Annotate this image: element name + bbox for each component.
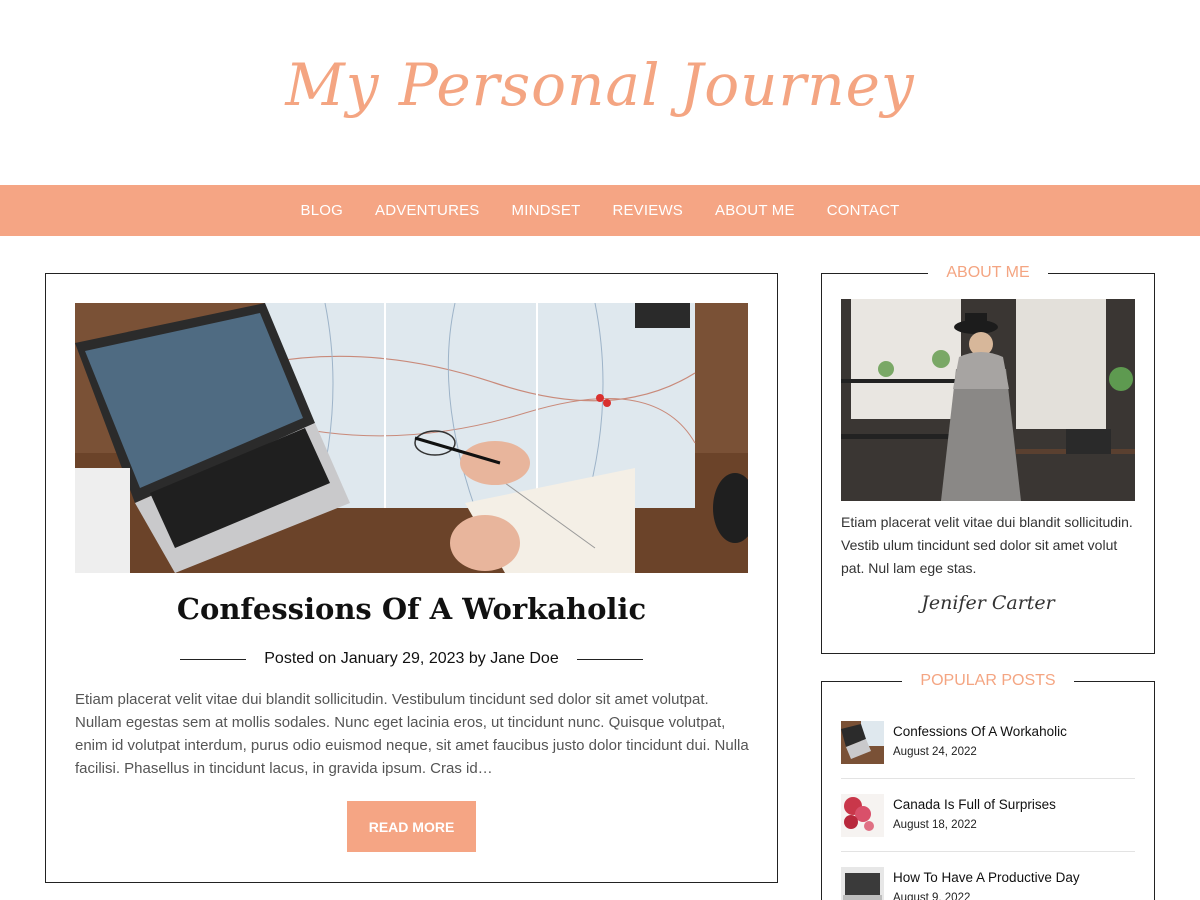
popular-post-date: August 24, 2022 [893, 746, 977, 758]
popular-posts-widget: POPULAR POSTS Confessions Of A Workaholi… [821, 672, 1155, 900]
main-nav: BLOG ADVENTURES MINDSET REVIEWS ABOUT ME… [0, 185, 1200, 236]
about-me-heading: ABOUT ME [822, 264, 1154, 282]
nav-contact[interactable]: CONTACT [827, 202, 900, 219]
popular-post-thumbnail[interactable] [841, 867, 884, 900]
post-card: Confessions Of A Workaholic Posted on Ja… [45, 273, 778, 883]
about-me-photo [841, 299, 1135, 501]
popular-post-title[interactable]: Canada Is Full of Surprises [893, 797, 1056, 812]
about-me-widget: ABOUT ME Etiam placerat velit vitae dui … [821, 264, 1155, 654]
popular-post-date: August 18, 2022 [893, 819, 977, 831]
popular-post-title[interactable]: How To Have A Productive Day [893, 870, 1080, 885]
popular-post-item[interactable]: Confessions Of A Workaholic August 24, 2… [841, 721, 1135, 781]
popular-post-title[interactable]: Confessions Of A Workaholic [893, 724, 1067, 739]
popular-post-date: August 9, 2022 [893, 892, 971, 900]
popular-posts-heading: POPULAR POSTS [822, 672, 1154, 690]
content-area: Confessions Of A Workaholic Posted on Ja… [0, 236, 1200, 900]
popular-post-thumbnail[interactable] [841, 794, 884, 837]
site-title-logo[interactable]: My Personal Journey [285, 51, 914, 135]
post-date-link[interactable]: January 29, 2023 [341, 650, 465, 668]
nav-mindset[interactable]: MINDSET [512, 202, 581, 219]
post-featured-image[interactable] [75, 303, 748, 573]
popular-post-thumbnail[interactable] [841, 721, 884, 764]
popular-post-item[interactable]: How To Have A Productive Day August 9, 2… [841, 867, 1135, 900]
meta-prefix: Posted on [264, 650, 337, 667]
meta-divider-left [180, 658, 247, 660]
meta-divider-right [576, 658, 643, 660]
site-header: My Personal Journey [0, 0, 1200, 185]
post-meta: Posted on January 29, 2023 by Jane Doe [46, 650, 777, 668]
meta-by: by [468, 650, 486, 667]
nav-blog[interactable]: BLOG [301, 202, 343, 219]
about-me-text: Etiam placerat velit vitae dui blandit s… [841, 514, 1133, 576]
read-more-button[interactable]: READ MORE [347, 801, 476, 852]
nav-reviews[interactable]: REVIEWS [612, 202, 683, 219]
popular-divider [841, 778, 1135, 779]
nav-adventures[interactable]: ADVENTURES [375, 202, 480, 219]
popular-divider [841, 851, 1135, 852]
nav-about-me[interactable]: ABOUT ME [715, 202, 795, 219]
post-excerpt: Etiam placerat velit vitae dui blandit s… [75, 691, 749, 777]
post-title[interactable]: Confessions Of A Workaholic [46, 592, 777, 626]
popular-post-item[interactable]: Canada Is Full of Surprises August 18, 2… [841, 794, 1135, 854]
post-author-link[interactable]: Jane Doe [490, 650, 559, 668]
signature: Jenifer Carter [921, 592, 1055, 614]
